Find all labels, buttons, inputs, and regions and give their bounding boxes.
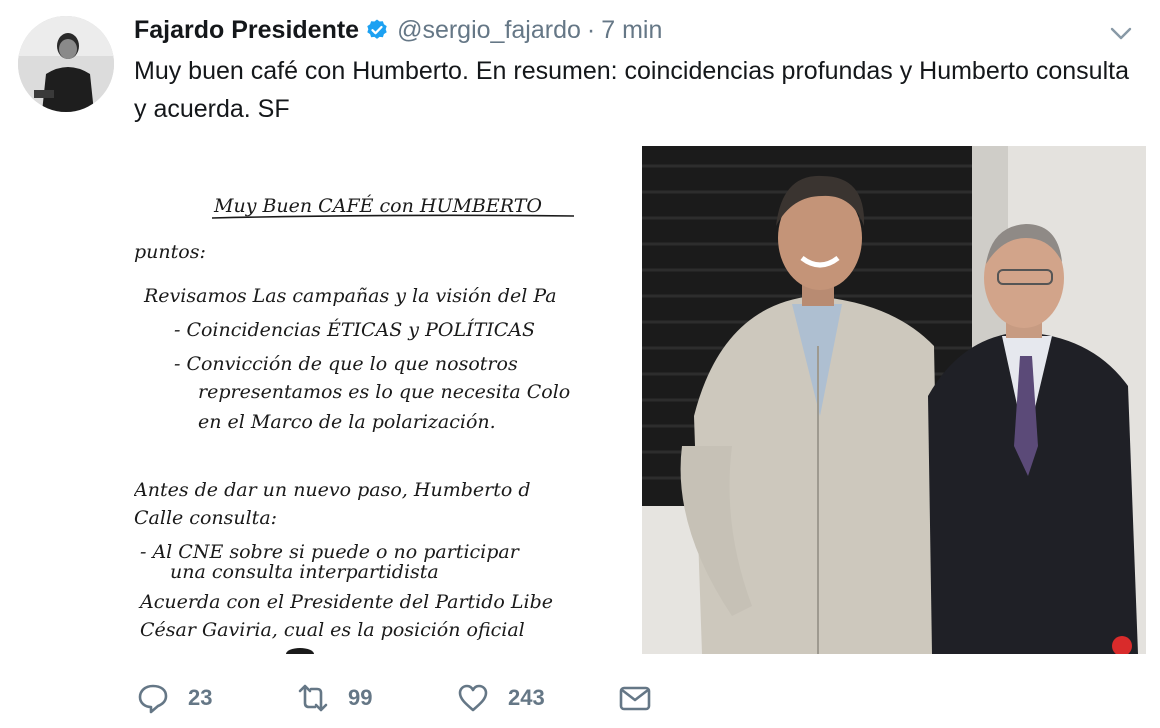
note-line: Muy Buen CAFÉ con HUMBERTO	[213, 194, 542, 217]
avatar-photo	[18, 16, 114, 112]
note-line: representamos es lo que necesita Colo	[198, 381, 570, 403]
note-line: - Coincidencias ÉTICAS y POLÍTICAS	[174, 318, 535, 341]
tweet-header: Fajardo Presidente @sergio_fajardo · 7 m…	[134, 12, 662, 48]
note-line: Acuerda con el Presidente del Partido Li…	[138, 591, 553, 613]
meeting-photo[interactable]	[642, 146, 1146, 654]
note-line: - Convicción de que lo que nosotros	[174, 353, 518, 375]
note-line: Antes de dar un nuevo paso, Humberto d	[134, 479, 530, 501]
note-line: una consulta interpartidista	[170, 561, 439, 583]
handwritten-note-image[interactable]: Muy Buen CAFÉ con HUMBERTO puntos: Revis…	[134, 146, 642, 654]
reply-icon	[138, 684, 168, 714]
retweet-count: 99	[348, 685, 373, 710]
note-line: Calle consulta:	[134, 507, 277, 529]
note-line: puntos:	[134, 241, 206, 263]
verified-badge-icon	[365, 18, 389, 42]
note-line: en el Marco de la polarización.	[198, 411, 496, 433]
meeting-photo-illustration	[642, 146, 1146, 654]
note-line: Revisamos Las campañas y la visión del P…	[143, 285, 557, 307]
tweet-text: Muy buen café con Humberto. En resumen: …	[134, 57, 1129, 123]
tweet-media[interactable]: Muy Buen CAFÉ con HUMBERTO puntos: Revis…	[134, 146, 1146, 654]
user-handle[interactable]: @sergio_fajardo	[397, 16, 581, 45]
like-count: 243	[508, 685, 545, 710]
tweet-actions: 23 99 243	[134, 676, 694, 720]
retweet-icon	[298, 684, 328, 712]
display-name[interactable]: Fajardo Presidente	[134, 16, 359, 45]
reply-button[interactable]: 23	[136, 676, 212, 720]
separator-dot: ·	[586, 15, 596, 44]
avatar[interactable]	[18, 16, 114, 112]
reply-count: 23	[188, 685, 213, 710]
direct-message-icon	[619, 686, 651, 711]
note-line: César Gaviria, cual es la posición ofici…	[140, 619, 525, 641]
like-button[interactable]: 243	[456, 676, 545, 720]
note-line: - Al CNE sobre si puede o no participar	[140, 541, 521, 563]
heart-icon	[458, 684, 488, 712]
chevron-down-icon[interactable]	[1108, 20, 1134, 46]
timestamp[interactable]: 7 min	[601, 16, 662, 45]
direct-message-button[interactable]	[618, 676, 652, 720]
handwritten-note: Muy Buen CAFÉ con HUMBERTO puntos: Revis…	[134, 146, 642, 654]
retweet-button[interactable]: 99	[296, 676, 372, 720]
